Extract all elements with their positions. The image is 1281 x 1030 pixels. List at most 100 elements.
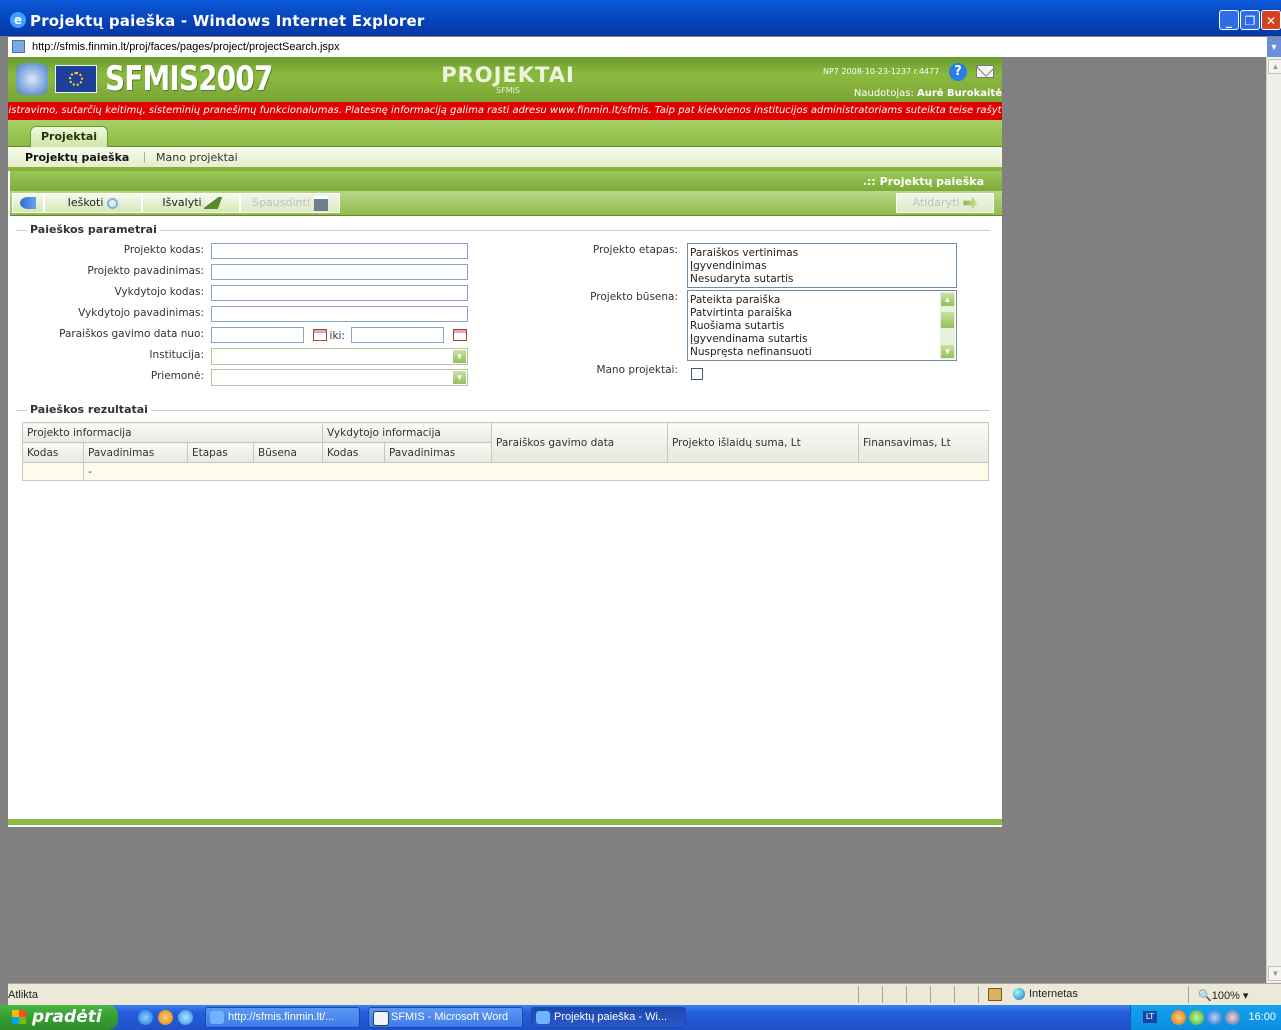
protected-mode-icon — [988, 988, 1002, 1001]
task-search-label: Projektų paieška - Wi... — [554, 1011, 668, 1023]
list-scrollbar[interactable]: ▲ ▼ — [940, 292, 955, 359]
address-url[interactable]: http://sfmis.finmin.lt/proj/faces/pages/… — [32, 41, 340, 53]
task-search-window[interactable]: Projektų paieška - Wi... — [531, 1007, 686, 1028]
executor-name-input[interactable] — [211, 306, 468, 322]
project-name-label: Projekto pavadinimas: — [87, 265, 204, 277]
col-financing[interactable]: Finansavimas, Lt — [858, 422, 989, 463]
page-title: .:: Projektų paieška — [862, 175, 984, 188]
list-item[interactable]: Paraiškos vertinimas — [690, 247, 954, 260]
ie-icon: e — [10, 12, 26, 28]
magnifier-icon — [107, 197, 119, 209]
task-ie-window[interactable]: http://sfmis.finmin.lt/... — [205, 1007, 360, 1028]
col-executor-code[interactable]: Kodas — [322, 442, 385, 463]
chevron-down-icon[interactable]: ▼ — [453, 371, 466, 384]
print-button[interactable]: Spausdinti — [240, 193, 340, 213]
col-expenses[interactable]: Projekto išlaidų suma, Lt — [667, 422, 859, 463]
institution-select[interactable]: ▼ — [211, 348, 468, 365]
project-name-input[interactable] — [211, 264, 468, 280]
col-project-name[interactable]: Pavadinimas — [83, 442, 188, 463]
project-status-label: Projekto būsena: — [590, 291, 678, 303]
eu-flag-icon — [55, 65, 97, 93]
search-button[interactable]: Ieškoti — [44, 193, 142, 213]
task-word-window[interactable]: SFMIS - Microsoft Word — [368, 1007, 523, 1028]
scroll-down-icon[interactable]: ▼ — [1268, 966, 1281, 981]
security-zone-label: Internetas — [1029, 988, 1078, 1000]
chevron-down-icon[interactable]: ▼ — [453, 350, 466, 363]
calendar-icon[interactable] — [453, 329, 467, 341]
clear-button[interactable]: Išvalyti — [142, 193, 240, 213]
tray-icon[interactable] — [1171, 1010, 1186, 1025]
open-button[interactable]: Atidaryti — [896, 193, 994, 213]
list-item[interactable]: Patvirtinta paraiška — [690, 307, 954, 320]
ie-icon — [536, 1011, 550, 1024]
project-stage-list[interactable]: Paraiškos vertinimas Įgyvendinimas Nesud… — [687, 243, 957, 288]
date-to-input[interactable] — [351, 327, 444, 343]
tab-projektai[interactable]: Projektai — [30, 126, 109, 147]
start-button[interactable]: pradėti — [0, 1005, 118, 1030]
start-label: pradėti — [32, 1007, 102, 1027]
scroll-thumb[interactable] — [941, 312, 954, 328]
list-item[interactable]: Nuspręsta nefinansuoti — [690, 346, 954, 359]
table-header-group-row: Projekto informacija Vykdytojo informaci… — [22, 422, 989, 463]
my-projects-checkbox[interactable] — [691, 368, 703, 380]
arrow-right-icon — [963, 197, 978, 209]
vertical-scrollbar[interactable]: ▲ ▼ — [1266, 57, 1281, 983]
project-code-input[interactable] — [211, 243, 468, 259]
col-status[interactable]: Būsena — [253, 442, 323, 463]
executor-code-input[interactable] — [211, 285, 468, 301]
table-row: - — [22, 462, 989, 481]
system-tray: LT 16:00 — [1130, 1005, 1281, 1030]
tray-icon[interactable] — [1225, 1010, 1240, 1025]
window-title-bar[interactable]: e Projektų paieška - Windows Internet Ex… — [0, 0, 1281, 36]
subnav-project-search[interactable]: Projektų paieška — [25, 151, 129, 164]
col-executor-name[interactable]: Pavadinimas — [384, 442, 492, 463]
status-cell — [978, 986, 979, 1003]
list-item[interactable]: Įgyvendinimas — [690, 260, 954, 273]
list-item[interactable]: Įgyvendinama sutartis — [690, 333, 954, 346]
list-item[interactable]: Ruošiama sutartis — [690, 320, 954, 333]
zoom-level[interactable]: 🔍100% ▾ — [1198, 989, 1248, 1002]
zoom-value: 100% — [1211, 990, 1240, 1002]
results-table: Projekto informacija Vykdytojo informaci… — [22, 422, 989, 481]
tray-icon[interactable] — [1207, 1010, 1222, 1025]
measure-select[interactable]: ▼ — [211, 369, 468, 386]
mail-icon[interactable] — [976, 65, 994, 78]
language-indicator[interactable]: LT — [1143, 1011, 1157, 1023]
clear-button-label: Išvalyti — [162, 196, 202, 209]
version-text: NP7 2008-10-23-1237 r.4477 — [823, 67, 940, 76]
scroll-down-icon[interactable]: ▼ — [941, 345, 954, 358]
executor-code-label: Vykdytojo kodas: — [114, 286, 204, 298]
list-item[interactable]: Pateikta paraiška — [690, 294, 954, 307]
list-item[interactable]: Nesudaryta sutartis — [690, 273, 954, 286]
restore-button[interactable]: ❐ — [1240, 10, 1260, 30]
group-executor-header: Vykdytojo informacija — [322, 422, 492, 443]
module-subtitle: SFMIS — [495, 86, 521, 95]
ie-quicklaunch-icon[interactable] — [138, 1010, 153, 1025]
help-icon[interactable]: ? — [949, 63, 967, 81]
action-toolbar: Ieškoti Išvalyti Spausdinti Atidaryti — [10, 191, 1002, 216]
col-app-date[interactable]: Paraiškos gavimo data — [491, 422, 668, 463]
status-cell — [954, 986, 955, 1003]
subnav-my-projects[interactable]: Mano projektai — [156, 151, 238, 164]
module-title: PROJEKTAI — [441, 63, 575, 87]
app-logo: SFMIS2007 — [105, 59, 273, 99]
user-info: Naudotojas: Aurė Burokaitė — [854, 88, 1002, 99]
tray-icon[interactable] — [1189, 1010, 1204, 1025]
close-button[interactable]: ✕ — [1261, 10, 1281, 30]
task-ie-label: http://sfmis.finmin.lt/... — [228, 1011, 335, 1023]
address-bar[interactable]: http://sfmis.finmin.lt/proj/faces/pages/… — [8, 37, 1281, 58]
col-project-code[interactable]: Kodas — [22, 442, 84, 463]
module-tabs: Projektai — [8, 120, 1002, 147]
printer-icon — [313, 195, 328, 211]
minimize-button[interactable]: _ — [1219, 10, 1239, 30]
address-dropdown-icon[interactable]: ▼ — [1267, 37, 1281, 57]
col-stage[interactable]: Etapas — [187, 442, 254, 463]
project-status-list[interactable]: Pateikta paraiška Patvirtinta paraiška R… — [687, 290, 957, 361]
eraser-icon — [203, 197, 222, 209]
browser-quicklaunch-icon[interactable] — [178, 1010, 193, 1025]
back-button[interactable] — [12, 193, 44, 213]
scroll-up-icon[interactable]: ▲ — [1268, 59, 1281, 74]
status-cell — [1188, 986, 1189, 1003]
scroll-up-icon[interactable]: ▲ — [941, 293, 954, 306]
media-quicklaunch-icon[interactable] — [158, 1010, 173, 1025]
